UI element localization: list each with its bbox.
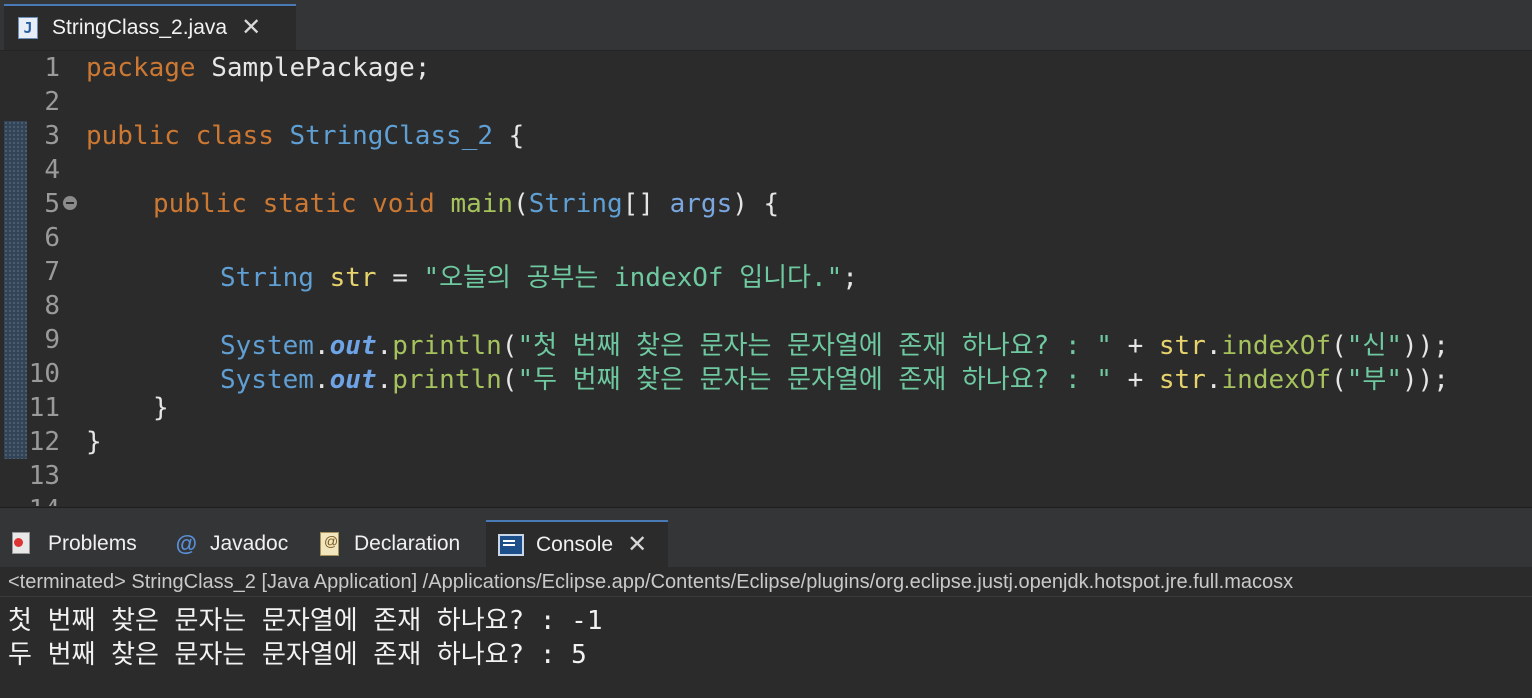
editor-tab-bar: J StringClass_2.java ✕ [0,0,1532,51]
variable-name: str [329,263,377,293]
tab-label: Problems [48,532,137,555]
punctuation: ( [501,365,518,395]
punctuation: . [313,365,330,395]
code-line-9: System.out.println("첫 번째 찾은 문자는 문자열에 존재 … [220,325,1449,362]
method-name: indexOf [1221,331,1332,361]
panel-tab-bar: Problems @ Javadoc Declaration Console ✕ [0,507,1532,568]
editor-tab-stringclass2[interactable]: J StringClass_2.java ✕ [4,4,296,50]
operator: + [1111,365,1159,395]
package-name: SamplePackage; [195,53,431,83]
keyword: class [195,121,274,151]
code-line-3: public class StringClass_2 { [86,121,524,151]
punctuation: ) { [732,189,780,219]
type-name: String [528,189,623,219]
console-line: 두 번째 찾은 문자는 문자열에 존재 하나요? : 5 [8,640,587,670]
code-line-11: } [153,393,169,423]
line-number: 2 [44,87,60,117]
string-literal: "부" [1346,365,1402,395]
keyword: package [86,53,196,83]
variable-name: str [1158,331,1206,361]
method-name: indexOf [1221,365,1332,395]
punctuation: [] [622,189,670,219]
variable-name: str [1158,365,1206,395]
punctuation: . [1205,365,1222,395]
class-name: System [220,331,314,361]
punctuation: { [493,121,525,151]
string-literal: "첫 번째 찾은 문자는 문자열에 존재 하나요? : " [517,331,1112,361]
string-literal: "두 번째 찾은 문자는 문자열에 존재 하나요? : " [517,365,1112,395]
line-number-gutter: 1 2 3 4 5 6 7 8 9 10 11 12 13 14 [4,51,77,506]
tab-console[interactable]: Console ✕ [486,520,668,568]
punctuation: ; [842,263,858,293]
class-name: System [220,365,314,395]
line-number: 5 [44,189,60,219]
close-icon[interactable]: ✕ [241,16,261,40]
line-number: 4 [44,155,60,185]
console-icon [498,534,524,556]
console-line: 첫 번째 찾은 문자는 문자열에 존재 하나요? : -1 [8,606,603,636]
tab-javadoc[interactable]: @ Javadoc [174,520,306,568]
static-field: out [329,365,377,395]
line-number: 10 [28,359,60,389]
operator: + [1111,331,1159,361]
tab-declaration[interactable]: Declaration [318,520,484,568]
keyword: public [153,189,247,219]
operator: = [376,263,424,293]
tab-label: Javadoc [210,532,289,555]
parameter-name: args [669,189,733,219]
code-editor[interactable]: 1 2 3 4 5 6 7 8 9 10 11 12 13 14 package… [4,51,1532,506]
tab-problems[interactable]: Problems [10,520,160,568]
javadoc-icon: @ [175,531,197,556]
line-number: 11 [28,393,60,423]
code-line-10: System.out.println("두 번째 찾은 문자는 문자열에 존재 … [220,359,1449,396]
declaration-icon [318,530,342,558]
line-number: 9 [44,325,60,355]
type-name: String [220,263,314,293]
keyword: void [372,189,435,219]
code-line-1: package SamplePackage; [86,53,430,83]
console-output[interactable]: 첫 번째 찾은 문자는 문자열에 존재 하나요? : -1 두 번째 찾은 문자… [0,598,1532,698]
punctuation: ( [513,189,529,219]
line-number: 14 [4,495,60,506]
punctuation: )); [1401,365,1449,395]
code-line-5: public static void main(String[] args) { [153,189,779,219]
punctuation: )); [1401,331,1449,361]
punctuation: ( [501,331,518,361]
string-literal: "오늘의 공부는 indexOf 입니다." [423,263,843,293]
string-literal: "신" [1346,331,1402,361]
punctuation: . [1205,331,1222,361]
method-name: println [392,365,502,395]
problems-icon [10,530,34,558]
java-file-icon: J [18,17,38,39]
tab-label: Declaration [354,532,461,555]
punctuation: ( [1331,331,1347,361]
close-icon[interactable]: ✕ [627,533,647,557]
keyword: public [86,121,180,151]
punctuation: ( [1331,365,1347,395]
line-number: 1 [44,53,60,83]
static-field: out [329,331,377,361]
tab-label: Console [536,533,614,556]
code-line-12: } [86,427,102,457]
console-status-line: <terminated> StringClass_2 [Java Applica… [0,567,1532,597]
line-number: 12 [28,427,60,457]
code-line-7: String str = "오늘의 공부는 indexOf 입니다."; [220,257,858,294]
punctuation: . [376,365,393,395]
line-number: 3 [44,121,60,151]
fold-collapse-icon[interactable] [63,196,77,210]
class-name: StringClass_2 [289,121,494,151]
line-number: 8 [44,291,60,321]
punctuation: . [313,331,330,361]
line-number: 13 [28,461,60,491]
keyword: static [262,189,357,219]
method-name: println [392,331,502,361]
line-number: 7 [44,257,60,287]
line-number: 6 [44,223,60,253]
punctuation: . [376,331,393,361]
method-name: main [450,189,514,219]
editor-tab-label: StringClass_2.java [52,16,228,39]
